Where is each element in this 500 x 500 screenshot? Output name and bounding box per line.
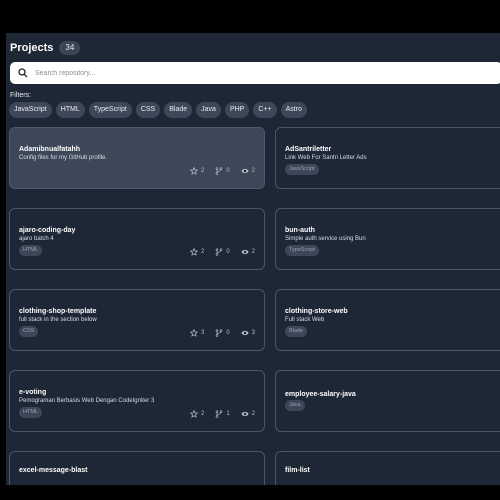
fork-icon <box>216 248 223 256</box>
repo-stats: 2 1 2 <box>189 410 255 418</box>
project-card[interactable]: ajaro-coding-day ajaro batch 4 HTML 2 0 2 <box>9 208 265 270</box>
fork-icon <box>216 167 223 175</box>
eye-icon <box>241 330 249 336</box>
language-badge: Blade <box>285 326 308 337</box>
filter-chip-astro[interactable]: Astro <box>280 102 307 118</box>
project-name[interactable]: clothing-store-web <box>285 308 348 315</box>
fork-count: 0 <box>226 249 230 255</box>
filter-chips: JavaScript HTML TypeScript CSS Blade Jav… <box>9 102 307 118</box>
filter-chip-blade[interactable]: Blade <box>164 102 193 118</box>
page-title: Projects <box>10 42 54 54</box>
language-badge: HTML <box>19 245 42 256</box>
project-card[interactable]: employee-salary-javaJava2 <box>275 370 500 432</box>
project-name[interactable]: Adamibnualfatahh <box>19 146 80 153</box>
watcher-count: 2 <box>251 168 255 174</box>
repo-stats: 3 0 3 <box>189 329 255 337</box>
project-name[interactable]: clothing-shop-template <box>19 308 96 315</box>
repo-stats: 2 0 2 <box>189 248 255 256</box>
fork-icon <box>216 329 223 337</box>
project-name[interactable]: film-list <box>285 467 310 474</box>
project-name[interactable]: bun-auth <box>285 227 315 234</box>
language-badge: JavaScript <box>285 164 319 175</box>
eye-icon <box>241 168 249 174</box>
search-input[interactable] <box>35 69 500 77</box>
language-badge: HTML <box>19 407 42 418</box>
search-icon <box>18 68 28 78</box>
search-bar[interactable] <box>10 62 500 84</box>
star-icon <box>189 410 198 418</box>
project-description: Simple auth service using Bun <box>285 236 366 242</box>
fork-count: 0 <box>226 330 230 336</box>
language-badge: TypeScript <box>285 245 319 256</box>
fork-count: 1 <box>226 411 230 417</box>
filter-chip-javascript[interactable]: JavaScript <box>9 102 52 118</box>
star-icon <box>189 248 198 256</box>
language-badge: Java <box>285 400 305 411</box>
filter-chip-html[interactable]: HTML <box>55 102 85 118</box>
filter-chip-css[interactable]: CSS <box>135 102 161 118</box>
project-name[interactable]: employee-salary-java <box>285 391 356 398</box>
watcher-count: 2 <box>251 249 255 255</box>
star-icon <box>189 167 198 175</box>
project-card[interactable]: Adamibnualfatahh Config files for my GitH… <box>9 127 265 189</box>
projects-panel: Projects 34 Filters: JavaScript HTML Typ… <box>6 33 500 485</box>
filter-chip-php[interactable]: PHP <box>224 102 250 118</box>
project-card[interactable]: excel-message-blast <box>9 451 265 485</box>
projects-header: Projects 34 <box>10 41 81 55</box>
watcher-count: 3 <box>251 330 255 336</box>
star-count: 3 <box>200 330 205 336</box>
star-count: 2 <box>200 249 205 255</box>
project-name[interactable]: ajaro-coding-day <box>19 227 75 234</box>
eye-icon <box>241 411 249 417</box>
project-description: full stack in the section below <box>19 317 97 323</box>
filter-chip-typescript[interactable]: TypeScript <box>88 102 132 118</box>
repo-stats: 2 0 2 <box>189 167 255 175</box>
project-description: Config files for my GitHub profile. <box>19 155 108 161</box>
watcher-count: 2 <box>251 411 255 417</box>
star-count: 2 <box>200 168 205 174</box>
project-description: ajaro batch 4 <box>19 236 54 242</box>
project-card[interactable]: clothing-shop-template full stack in the … <box>9 289 265 351</box>
project-name[interactable]: e-voting <box>19 389 46 396</box>
project-card[interactable]: e-voting Pemograman Berbasis Web Dengan C… <box>9 370 265 432</box>
fork-icon <box>216 410 223 418</box>
project-description: Link Web For Santri Letter Ads <box>285 155 367 161</box>
project-name[interactable]: excel-message-blast <box>19 467 87 474</box>
project-card[interactable]: clothing-store-web Full stack Web Blade <box>275 289 500 351</box>
filters-label: Filters: <box>10 92 31 99</box>
project-card[interactable]: AdSantriletter Link Web For Santri Letter… <box>275 127 500 189</box>
project-description: Pemograman Berbasis Web Dengan CodeIgnit… <box>19 398 155 404</box>
project-name[interactable]: AdSantriletter <box>285 146 331 153</box>
filter-chip-cpp[interactable]: C++ <box>253 102 277 118</box>
project-card[interactable]: film-list <box>275 451 500 485</box>
eye-icon <box>241 249 249 255</box>
filter-chip-java[interactable]: Java <box>196 102 221 118</box>
project-description: Full stack Web <box>285 317 325 323</box>
star-icon <box>189 329 198 337</box>
project-card[interactable]: bun-auth Simple auth service using Bun Typ… <box>275 208 500 270</box>
language-badge: CSS <box>19 326 39 337</box>
fork-count: 0 <box>226 168 230 174</box>
star-count: 2 <box>200 411 205 417</box>
project-count-badge: 34 <box>59 41 81 55</box>
